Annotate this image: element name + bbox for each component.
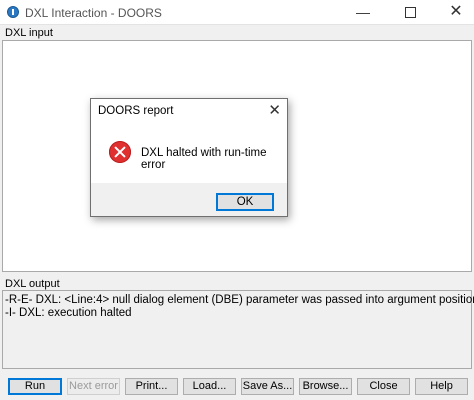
maximize-icon [404,6,416,18]
browse-button[interactable]: Browse... [299,378,352,395]
dxl-output-panel[interactable]: -R-E- DXL: <Line:4> null dialog element … [2,290,474,369]
dialog-title-bar: DOORS report ✕ [91,99,287,123]
load-button[interactable]: Load... [183,378,236,395]
doors-report-dialog: DOORS report ✕ DXL halted with run-time … [90,98,288,217]
title-bar: DXL Interaction - DOORS — ✕ [0,0,474,25]
output-line: -I- DXL: execution halted [5,307,132,319]
dialog-body: DXL halted with run-time error [91,123,287,183]
save-as-button[interactable]: Save As... [241,378,294,395]
print-button[interactable]: Print... [125,378,178,395]
help-button[interactable]: Help [415,378,468,395]
output-line: -R-E- DXL: <Line:4> null dialog element … [5,294,474,306]
dialog-close-button[interactable]: ✕ [268,101,281,119]
doors-app-icon [7,6,19,18]
dialog-message: DXL halted with run-time error [141,147,267,171]
dialog-title: DOORS report [98,105,174,117]
minimize-button[interactable]: — [348,0,378,25]
dialog-footer: OK [91,183,287,216]
run-button[interactable]: Run [8,378,62,395]
next-error-button[interactable]: Next error [67,378,120,395]
close-window-button[interactable]: ✕ [441,0,471,25]
dxl-output-label: DXL output [5,278,60,290]
dxl-input-label: DXL input [5,27,53,39]
maximize-button[interactable] [395,0,425,25]
error-icon [109,141,131,163]
window-title: DXL Interaction - DOORS [25,6,162,20]
close-button[interactable]: Close [357,378,410,395]
ok-button[interactable]: OK [216,193,274,211]
